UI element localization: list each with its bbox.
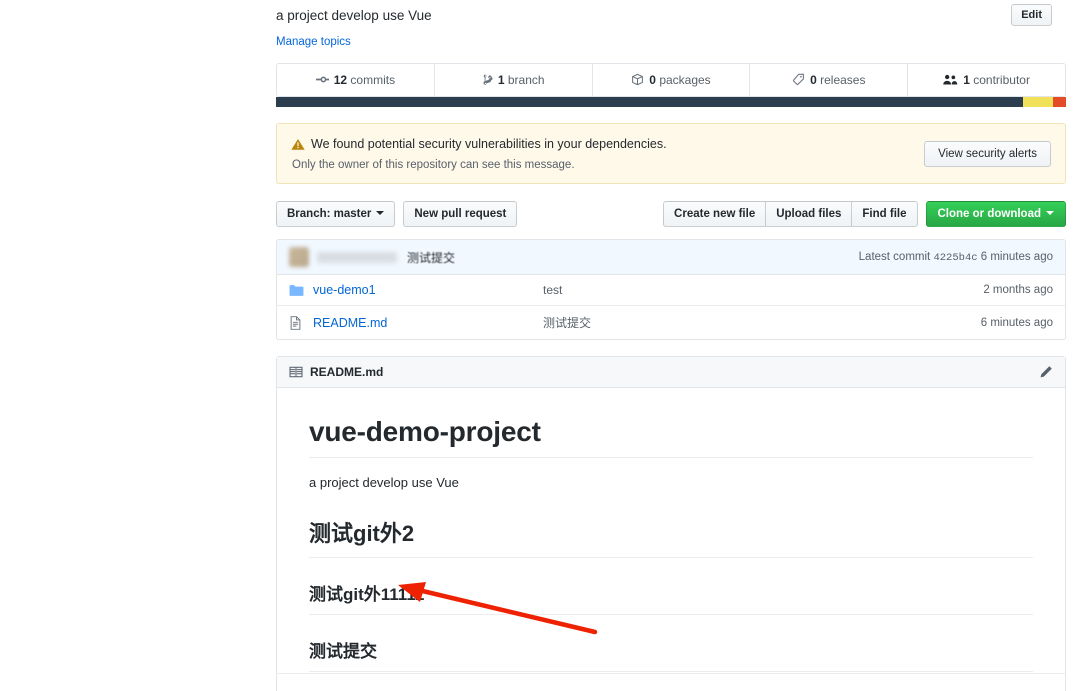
commit-sha[interactable]: 4225b4c xyxy=(933,252,977,264)
stat-contributors-label: contributor xyxy=(973,73,1030,87)
latest-commit-info: Latest commit 4225b4c 6 minutes ago xyxy=(859,251,1053,264)
avatar xyxy=(289,247,309,267)
book-icon xyxy=(289,366,303,378)
file-icon xyxy=(289,316,305,330)
repo-description: a project develop use Vue xyxy=(276,4,432,25)
language-segment-secondary xyxy=(1023,97,1053,107)
readme-paragraph: a project develop use Vue xyxy=(309,475,1033,490)
stat-contributors-count: 1 xyxy=(963,73,970,87)
view-security-alerts-button[interactable]: View security alerts xyxy=(924,141,1051,167)
readme-heading-2: 测试git外2 xyxy=(309,516,1033,558)
package-icon xyxy=(631,73,644,86)
contributors-icon xyxy=(943,73,958,86)
security-alert-title: We found potential security vulnerabilit… xyxy=(311,136,667,153)
commit-time: 6 minutes ago xyxy=(981,251,1053,263)
file-action-group: Create new file Upload files Find file xyxy=(663,201,917,227)
file-link-1[interactable]: README.md xyxy=(313,316,543,330)
stat-commits-count: 12 xyxy=(334,73,347,87)
file-toolbar: Branch: master New pull request Create n… xyxy=(276,201,1066,227)
create-new-file-button[interactable]: Create new file xyxy=(663,201,766,227)
repo-stats-list: 12 commits 1 branch 0 packages xyxy=(277,64,1065,96)
stat-releases-count: 0 xyxy=(810,73,817,87)
alert-triangle-icon xyxy=(291,138,305,151)
security-alert-subtitle: Only the owner of this repository can se… xyxy=(292,159,924,171)
security-alert-title-row: We found potential security vulnerabilit… xyxy=(291,136,924,153)
readme-header: README.md xyxy=(277,357,1065,388)
branch-icon xyxy=(482,73,493,86)
new-pull-request-button[interactable]: New pull request xyxy=(403,201,517,227)
clone-or-download-button[interactable]: Clone or download xyxy=(926,201,1067,227)
security-alert-text: We found potential security vulnerabilit… xyxy=(291,136,924,171)
stat-commits[interactable]: 12 commits xyxy=(277,64,435,96)
stat-releases-label: releases xyxy=(820,73,865,87)
file-age-0: 2 months ago xyxy=(983,284,1053,296)
file-commit-message-0: test xyxy=(543,283,983,297)
tag-icon xyxy=(792,73,805,86)
stat-contributors[interactable]: 1 contributor xyxy=(908,64,1065,96)
stat-branches[interactable]: 1 branch xyxy=(435,64,593,96)
file-link-0[interactable]: vue-demo1 xyxy=(313,283,543,297)
stat-packages-label: packages xyxy=(659,73,710,87)
commit-message[interactable]: 测试提交 xyxy=(407,249,455,266)
upload-files-button[interactable]: Upload files xyxy=(766,201,852,227)
stat-commits-label: commits xyxy=(350,73,395,87)
stat-branches-count: 1 xyxy=(498,73,505,87)
repo-stats-panel: 12 commits 1 branch 0 packages xyxy=(276,63,1066,97)
folder-icon xyxy=(289,284,305,297)
stat-releases[interactable]: 0 releases xyxy=(750,64,908,96)
repository-page: a project develop use Vue Edit Manage to… xyxy=(0,0,1080,691)
commit-author-name xyxy=(317,252,397,263)
repo-description-row: a project develop use Vue Edit xyxy=(276,0,1066,26)
chevron-down-icon xyxy=(376,211,384,215)
pencil-icon[interactable] xyxy=(1039,365,1053,379)
latest-commit-label: Latest commit xyxy=(859,251,931,263)
branch-select-label: Branch: master xyxy=(287,208,371,220)
stat-packages-count: 0 xyxy=(649,73,656,87)
repo-content-container: a project develop use Vue Edit Manage to… xyxy=(276,0,1066,691)
footer-divider xyxy=(276,673,1066,674)
file-toolbar-left: Branch: master New pull request xyxy=(276,201,517,227)
readme-heading-1: vue-demo-project xyxy=(309,416,1033,458)
language-segment-tertiary xyxy=(1053,97,1066,107)
readme-header-left: README.md xyxy=(289,365,383,379)
file-toolbar-right: Create new file Upload files Find file C… xyxy=(663,201,1066,227)
clone-or-download-label: Clone or download xyxy=(938,208,1042,220)
stat-packages[interactable]: 0 packages xyxy=(593,64,751,96)
latest-commit-row: 测试提交 Latest commit 4225b4c 6 minutes ago xyxy=(277,240,1065,275)
file-list: 测试提交 Latest commit 4225b4c 6 minutes ago… xyxy=(276,239,1066,340)
file-age-1: 6 minutes ago xyxy=(981,317,1053,329)
find-file-button[interactable]: Find file xyxy=(852,201,917,227)
security-alert: We found potential security vulnerabilit… xyxy=(276,123,1066,184)
readme-body: vue-demo-project a project develop use V… xyxy=(277,388,1065,691)
manage-topics-link[interactable]: Manage topics xyxy=(276,36,1066,48)
readme-panel: README.md vue-demo-project a project dev… xyxy=(276,356,1066,691)
table-row: README.md 测试提交 6 minutes ago xyxy=(277,306,1065,339)
language-bar xyxy=(276,97,1066,107)
commit-icon xyxy=(316,73,329,86)
stat-branches-label: branch xyxy=(508,73,545,87)
language-segment-primary xyxy=(276,97,1023,107)
readme-title: README.md xyxy=(310,365,383,379)
readme-heading-3: 测试git外11111 xyxy=(309,580,1033,615)
branch-select-button[interactable]: Branch: master xyxy=(276,201,395,227)
edit-description-button[interactable]: Edit xyxy=(1011,4,1052,26)
readme-heading-4: 测试提交 xyxy=(309,637,1033,672)
table-row: vue-demo1 test 2 months ago xyxy=(277,275,1065,306)
chevron-down-icon xyxy=(1046,211,1054,215)
file-commit-message-1: 测试提交 xyxy=(543,314,981,331)
